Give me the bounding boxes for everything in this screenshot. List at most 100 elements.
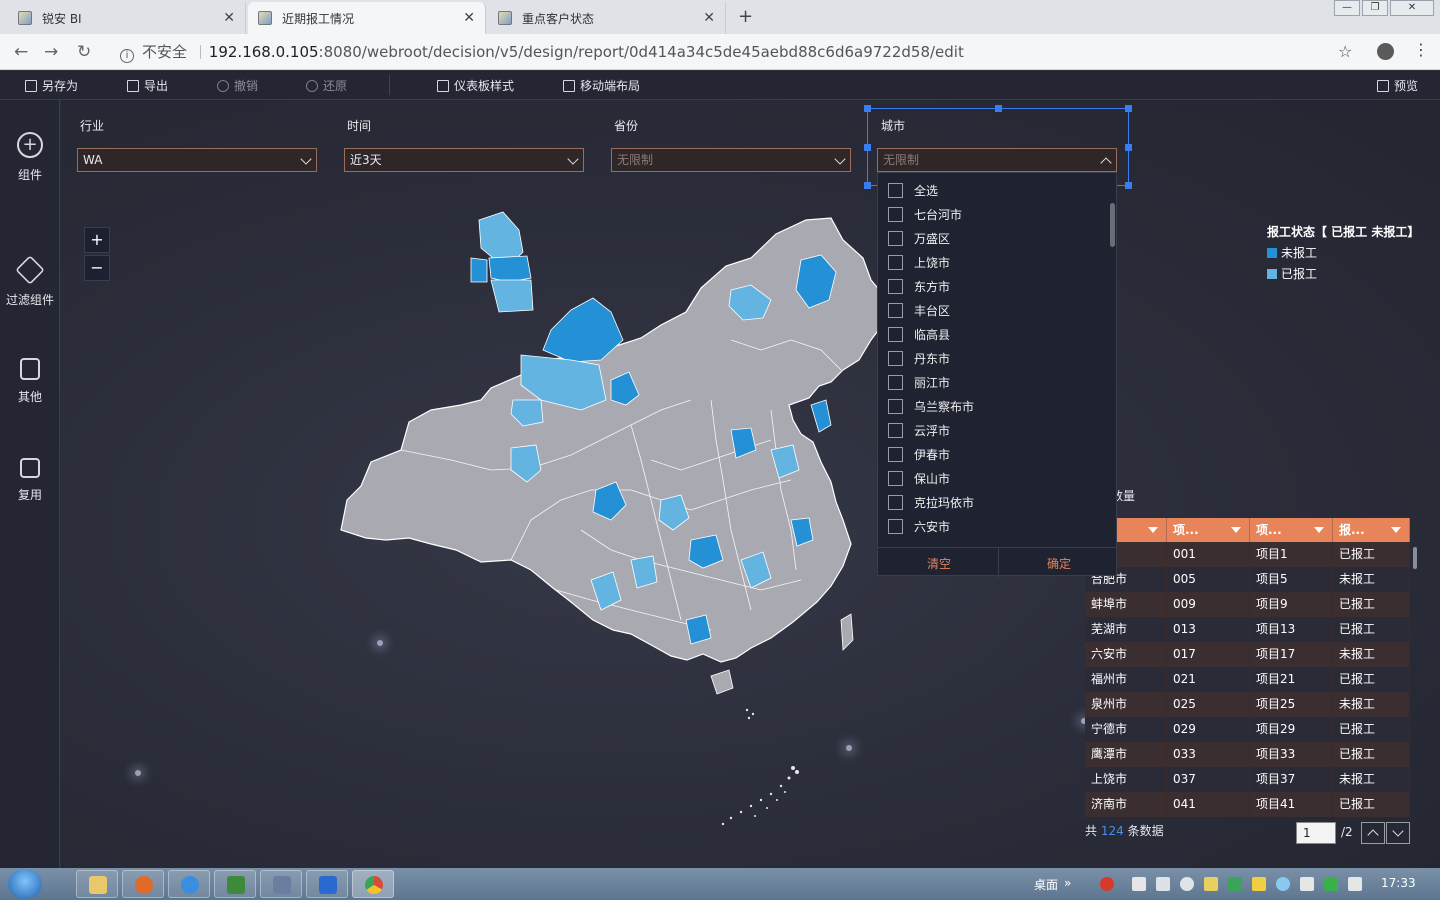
tray-person-icon[interactable] xyxy=(1180,877,1194,891)
table-row[interactable]: 泉州市 025 项目25 未报工 xyxy=(1085,692,1410,717)
back-arrow-icon[interactable]: ← xyxy=(14,42,28,62)
table-row[interactable]: 合肥市 005 项目5 未报工 xyxy=(1085,567,1410,592)
tray-app-icon[interactable] xyxy=(1132,877,1146,891)
map-zoom-out-button[interactable]: − xyxy=(84,255,110,281)
resize-handle[interactable] xyxy=(995,105,1002,112)
checkbox[interactable] xyxy=(888,374,903,390)
city-option[interactable]: 六安市 xyxy=(888,514,950,538)
city-option[interactable]: 万盛区 xyxy=(888,226,950,250)
city-option[interactable]: 克拉玛依市 xyxy=(888,490,974,514)
taskbar-finereport[interactable] xyxy=(306,870,348,898)
reload-icon[interactable]: ↻ xyxy=(77,42,91,62)
table-row[interactable]: 宁德市 029 项目29 已报工 xyxy=(1085,717,1410,742)
sidebar-item-other[interactable]: 其他 xyxy=(0,358,60,405)
city-option[interactable]: 上饶市 xyxy=(888,250,950,274)
sidebar-item-components[interactable]: 组件 xyxy=(0,132,60,183)
sidebar-item-reuse[interactable]: 复用 xyxy=(0,458,60,503)
tray-lock-icon[interactable] xyxy=(1300,877,1314,891)
checkbox[interactable] xyxy=(888,398,903,414)
china-map[interactable] xyxy=(331,200,891,720)
close-icon[interactable]: ✕ xyxy=(463,10,475,26)
resize-handle[interactable] xyxy=(1125,105,1132,112)
city-option[interactable]: 乌兰察布市 xyxy=(888,394,974,418)
checkbox[interactable] xyxy=(888,470,903,486)
sogou-icon[interactable] xyxy=(1100,877,1114,891)
tray-shield-icon[interactable] xyxy=(1228,877,1242,891)
minimize-icon[interactable]: — xyxy=(1334,0,1360,16)
table-scrollbar[interactable] xyxy=(1413,547,1417,569)
save-as-button[interactable]: 另存为 xyxy=(25,77,78,94)
table-row[interactable]: 济南市 041 项目41 已报工 xyxy=(1085,792,1410,817)
checkbox[interactable] xyxy=(888,326,903,342)
province-select[interactable]: 无限制 xyxy=(611,148,851,172)
tab-key-customer[interactable]: 重点客户状态 ✕ xyxy=(488,2,726,34)
map-zoom-in-button[interactable]: + xyxy=(84,227,110,253)
time-select[interactable]: 近3天 xyxy=(344,148,584,172)
taskbar-app-monitor[interactable] xyxy=(260,870,302,898)
checkbox[interactable] xyxy=(888,230,903,246)
tab-ruian-bi[interactable]: 锐安 BI ✕ xyxy=(8,2,246,34)
bookmark-star-icon[interactable]: ☆ xyxy=(1338,42,1352,61)
taskbar-firefox[interactable] xyxy=(122,870,164,898)
taskbar-explorer[interactable] xyxy=(76,870,118,898)
tab-recent-report[interactable]: 近期报工情况 ✕ xyxy=(248,2,486,34)
tray-flag-icon[interactable] xyxy=(1348,877,1362,891)
info-icon[interactable]: i xyxy=(120,49,134,63)
table-row[interactable]: 六安市 017 项目17 未报工 xyxy=(1085,642,1410,667)
resize-handle[interactable] xyxy=(864,182,871,189)
checkbox[interactable] xyxy=(888,182,903,198)
city-option[interactable]: 丰台区 xyxy=(888,298,950,322)
checkbox[interactable] xyxy=(888,446,903,462)
column-header-report-status[interactable]: 报... xyxy=(1333,518,1410,542)
checkbox[interactable] xyxy=(888,254,903,270)
table-row[interactable]: 福州市 021 项目21 已报工 xyxy=(1085,667,1410,692)
window-close-icon[interactable]: ✕ xyxy=(1390,0,1434,16)
mobile-layout-button[interactable]: 移动端布局 xyxy=(563,77,640,94)
page-down-button[interactable] xyxy=(1386,822,1410,844)
preview-button[interactable]: 预览 xyxy=(1377,77,1418,94)
checkbox[interactable] xyxy=(888,278,903,294)
close-icon[interactable]: ✕ xyxy=(703,10,715,26)
table-row[interactable]: 上饶市 037 项目37 未报工 xyxy=(1085,767,1410,792)
city-option[interactable]: 全选 xyxy=(888,178,938,202)
undo-button[interactable]: 撤销 xyxy=(217,77,258,94)
resize-handle[interactable] xyxy=(1125,144,1132,151)
taskbar-chrome[interactable] xyxy=(352,870,394,898)
city-option[interactable]: 丽江市 xyxy=(888,370,950,394)
dropdown-scrollbar[interactable] xyxy=(1110,203,1115,247)
chevron-double-icon[interactable]: » xyxy=(1064,876,1071,890)
taskbar-ie[interactable] xyxy=(168,870,210,898)
table-row[interactable]: …市001项目1已报工 xyxy=(1085,542,1410,567)
restore-icon[interactable]: ❐ xyxy=(1362,0,1388,16)
city-option[interactable]: 七台河市 xyxy=(888,202,962,226)
checkbox[interactable] xyxy=(888,494,903,510)
redo-button[interactable]: 还原 xyxy=(306,77,347,94)
close-icon[interactable]: ✕ xyxy=(223,10,235,26)
city-option[interactable]: 临高县 xyxy=(888,322,950,346)
account-icon[interactable] xyxy=(1377,43,1394,60)
dashboard-style-button[interactable]: 仪表板样式 xyxy=(437,77,514,94)
tray-note-icon[interactable] xyxy=(1252,877,1266,891)
network-icon[interactable] xyxy=(1324,877,1338,891)
checkbox[interactable] xyxy=(888,350,903,366)
city-select[interactable]: 无限制 xyxy=(877,148,1117,172)
city-option[interactable]: 东方市 xyxy=(888,274,950,298)
resize-handle[interactable] xyxy=(864,105,871,112)
forward-arrow-icon[interactable]: → xyxy=(44,42,58,62)
city-option[interactable]: 伊春市 xyxy=(888,442,950,466)
resize-handle[interactable] xyxy=(864,144,871,151)
taskbar-app-green[interactable] xyxy=(214,870,256,898)
industry-select[interactable]: WA xyxy=(77,148,317,172)
sidebar-item-filter-components[interactable]: 过滤组件 xyxy=(0,255,60,308)
clock[interactable]: 17:33 xyxy=(1381,876,1416,890)
page-number-input[interactable]: 1 xyxy=(1296,822,1336,844)
menu-kebab-icon[interactable]: ⋮ xyxy=(1413,40,1429,59)
start-button[interactable] xyxy=(8,869,42,899)
tray-tool-icon[interactable] xyxy=(1204,877,1218,891)
checkbox[interactable] xyxy=(888,206,903,222)
city-option[interactable]: 保山市 xyxy=(888,466,950,490)
legend-item-reported[interactable]: 已报工 xyxy=(1267,265,1419,282)
city-option[interactable]: 丹东市 xyxy=(888,346,950,370)
clear-button[interactable]: 清空 xyxy=(927,555,951,572)
checkbox[interactable] xyxy=(888,518,903,534)
